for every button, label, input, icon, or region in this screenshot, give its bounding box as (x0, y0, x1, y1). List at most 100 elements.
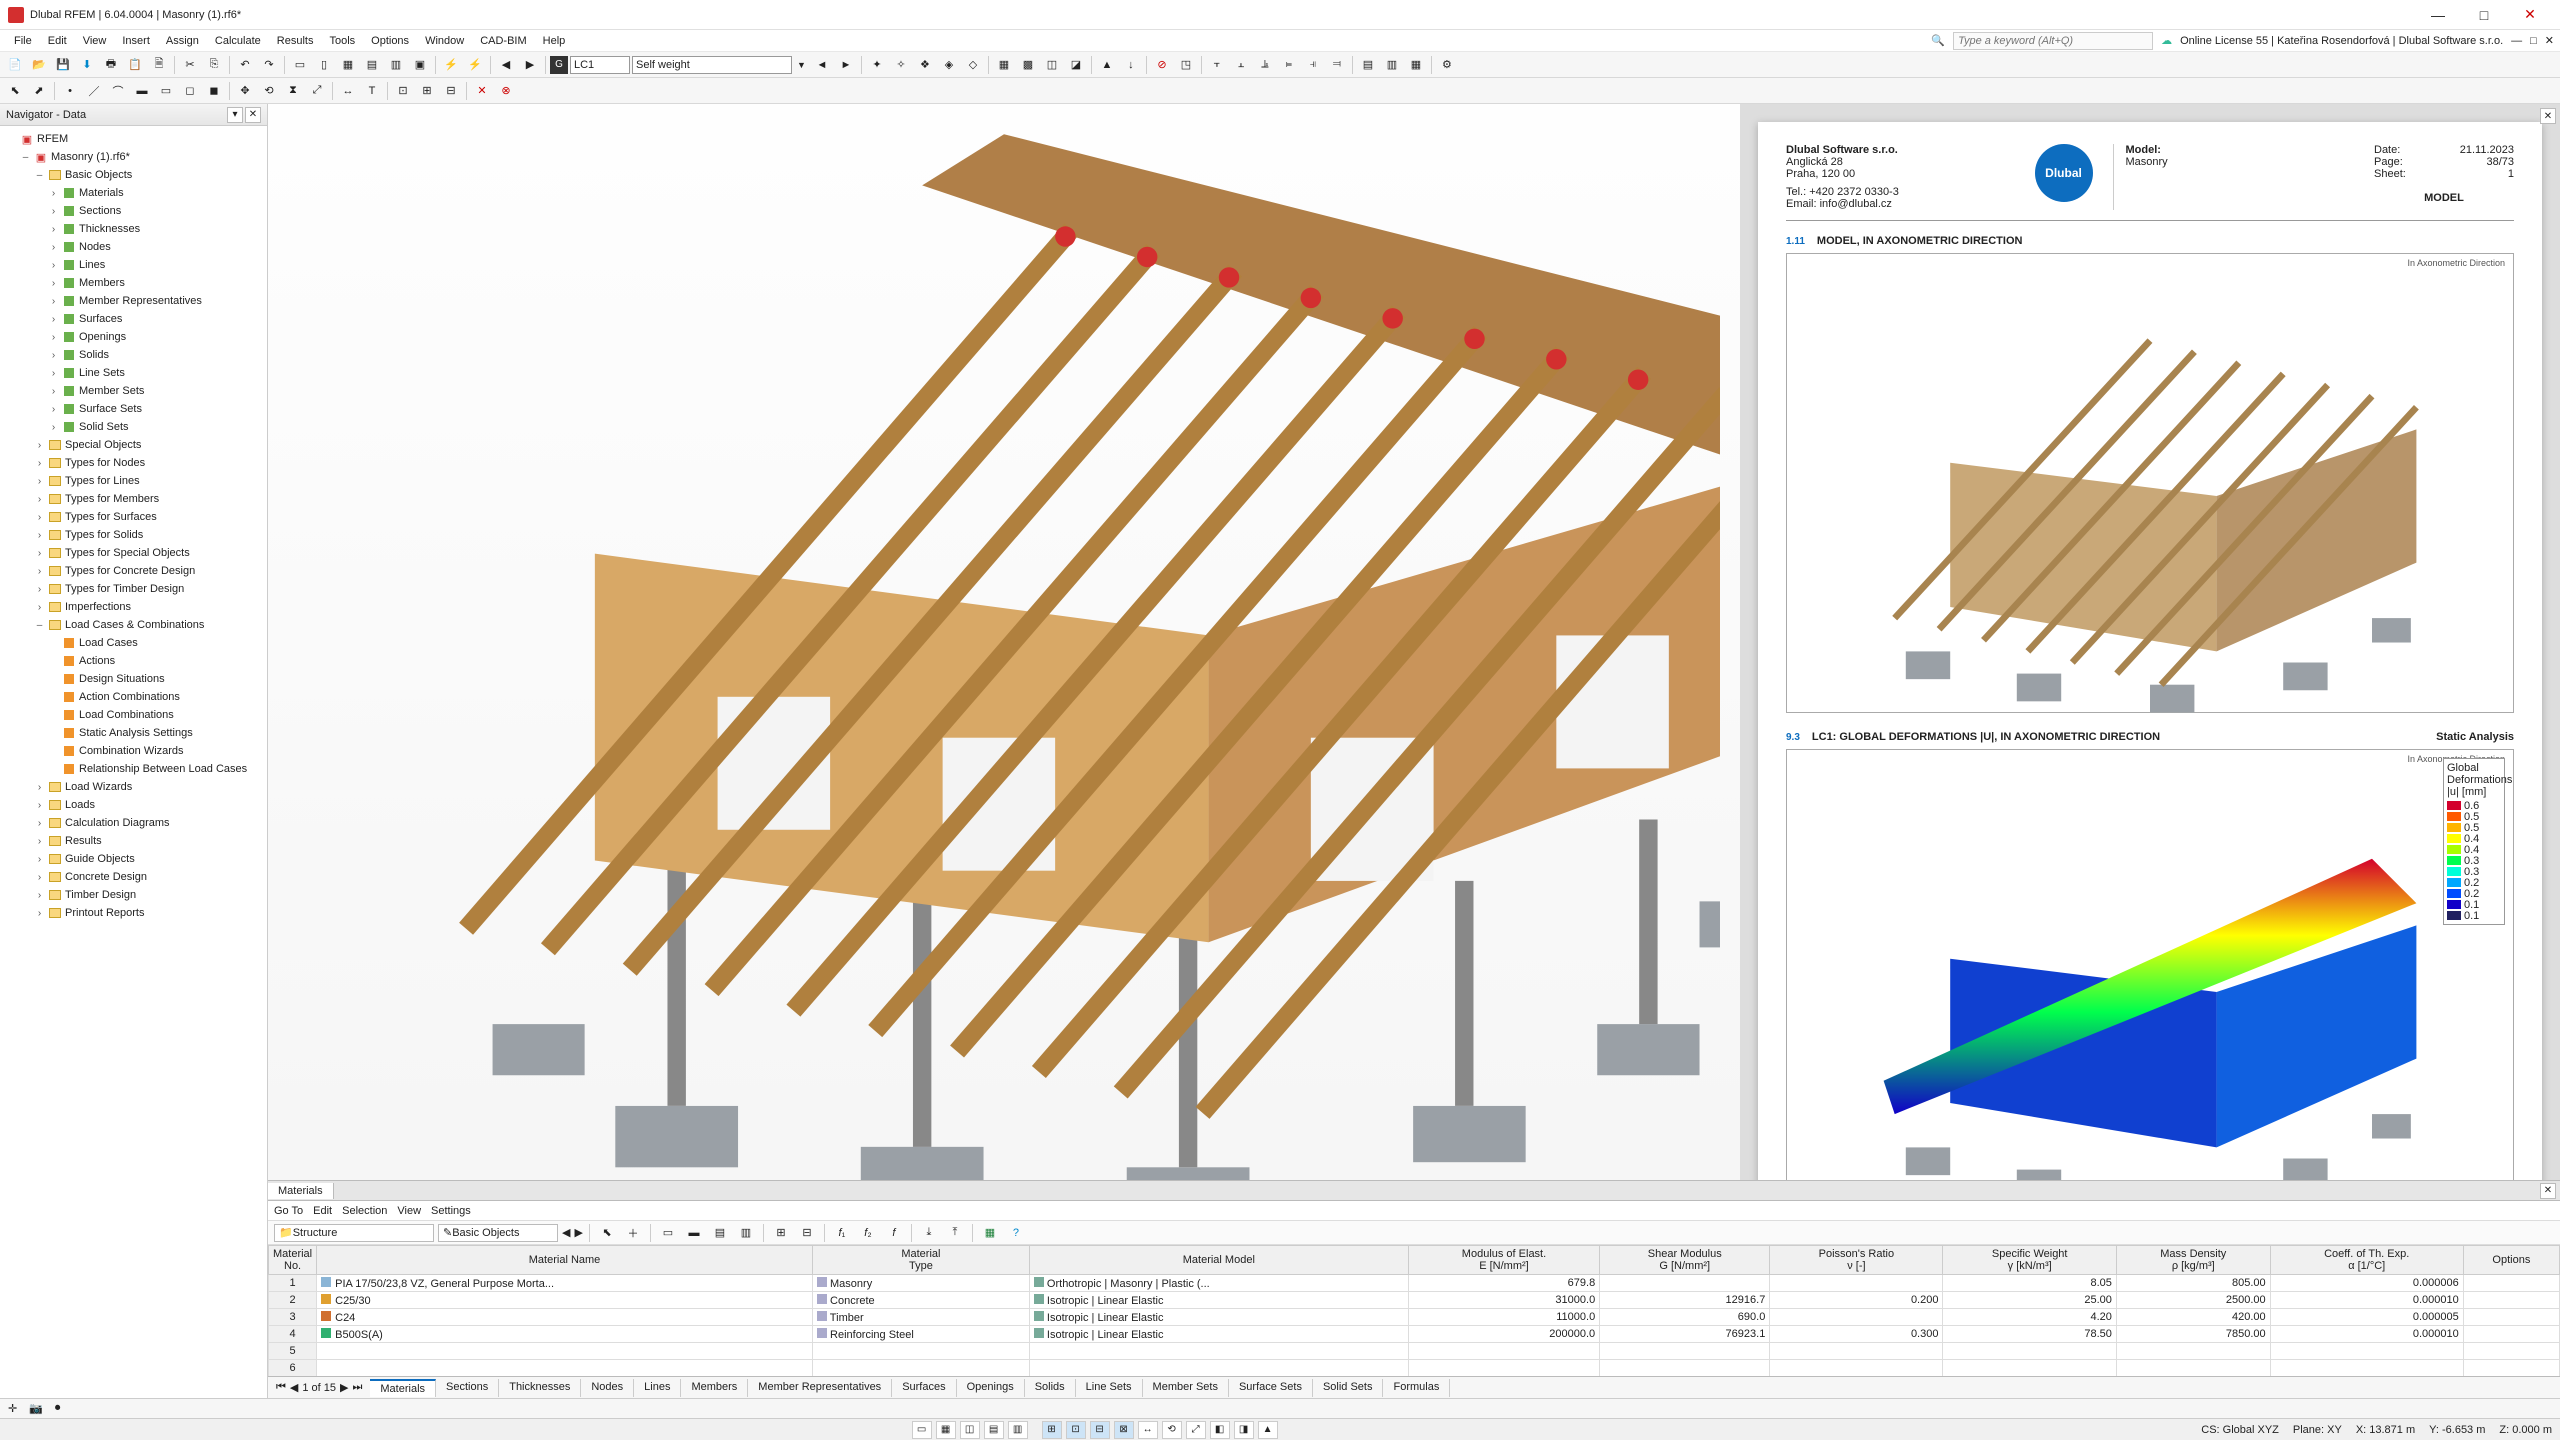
tree-item[interactable]: Load Cases (2, 634, 265, 652)
menu-results[interactable]: Results (269, 33, 322, 49)
tool-f2-icon[interactable]: f₂ (857, 1222, 879, 1244)
mp-settings[interactable]: Settings (431, 1205, 471, 1217)
view6-icon[interactable]: ▣ (409, 54, 431, 76)
navigator-tree[interactable]: ▣RFEM–▣Masonry (1).rf6*–Basic Objects›Ma… (0, 126, 267, 1418)
tool-e-icon[interactable]: ◇ (962, 54, 984, 76)
materials-tab[interactable]: Materials (268, 1183, 334, 1199)
print-preview-icon[interactable]: 🗎 (148, 54, 170, 76)
sb-ic8[interactable]: ⊟ (1090, 1421, 1110, 1439)
last-page-icon[interactable]: ⏭ (352, 1381, 362, 1394)
tool-cursor-icon[interactable]: ⬉ (596, 1222, 618, 1244)
lc-nav2-icon[interactable]: ► (835, 54, 857, 76)
tree-item[interactable]: ›Types for Surfaces (2, 508, 265, 526)
tree-item[interactable]: Static Analysis Settings (2, 724, 265, 742)
axis-icon[interactable]: ✛ (8, 1402, 17, 1415)
tree-item[interactable]: Design Situations (2, 670, 265, 688)
render-icon[interactable]: ◫ (1041, 54, 1063, 76)
tree-item[interactable]: ›Timber Design (2, 886, 265, 904)
maximize-button[interactable]: □ (2462, 3, 2506, 27)
align6-icon[interactable]: ⫤ (1326, 54, 1348, 76)
tree-item[interactable]: ›Sections (2, 202, 265, 220)
sb-ic5[interactable]: ▥ (1008, 1421, 1028, 1439)
sb-ic1[interactable]: ▭ (912, 1421, 932, 1439)
materials-table[interactable]: Material No.Material NameMaterial TypeMa… (268, 1245, 2560, 1376)
tree-item[interactable]: Load Combinations (2, 706, 265, 724)
close-button[interactable]: ✕ (2508, 3, 2552, 27)
panel-max-icon[interactable]: □ (2530, 35, 2537, 47)
nav-pin-icon[interactable]: ▾ (227, 107, 243, 123)
tree-item[interactable]: ›Surfaces (2, 310, 265, 328)
tool-t3-icon[interactable]: ▤ (709, 1222, 731, 1244)
sb-ic3[interactable]: ◫ (960, 1421, 980, 1439)
tree-item[interactable]: ›Types for Solids (2, 526, 265, 544)
tool-b-icon[interactable]: ✧ (890, 54, 912, 76)
tree-item[interactable]: ›Lines (2, 256, 265, 274)
view5-icon[interactable]: ▥ (385, 54, 407, 76)
tree-item[interactable]: ›Printout Reports (2, 904, 265, 922)
tree-item[interactable]: –Load Cases & Combinations (2, 616, 265, 634)
sb-ic9[interactable]: ⊠ (1114, 1421, 1134, 1439)
bottom-tab[interactable]: Members (681, 1379, 748, 1397)
load-case-selector[interactable]: G LC1 Self weight ▼ (550, 56, 809, 74)
minimize-button[interactable]: — (2416, 3, 2460, 27)
redo-icon[interactable]: ↷ (258, 54, 280, 76)
tool-help-icon[interactable]: ? (1005, 1222, 1027, 1244)
bottom-tab[interactable]: Surfaces (892, 1379, 956, 1397)
view2-icon[interactable]: ▯ (313, 54, 335, 76)
bottom-tab[interactable]: Sections (436, 1379, 499, 1397)
ptr2-icon[interactable]: ⬈ (28, 80, 50, 102)
lc-next-icon[interactable]: ▶ (519, 54, 541, 76)
mp-selection[interactable]: Selection (342, 1205, 387, 1217)
lc-prev-icon[interactable]: ◀ (495, 54, 517, 76)
tree-item[interactable]: ›Surface Sets (2, 400, 265, 418)
tool-t2-icon[interactable]: ▬ (683, 1222, 705, 1244)
sb-ic11[interactable]: ⟲ (1162, 1421, 1182, 1439)
panel-min-icon[interactable]: — (2511, 35, 2522, 47)
sb-ic12[interactable]: ⤢ (1186, 1421, 1206, 1439)
bottom-tab[interactable]: Nodes (581, 1379, 634, 1397)
lc-nav1-icon[interactable]: ◄ (811, 54, 833, 76)
opening-icon[interactable]: ◻ (179, 80, 201, 102)
tree-item[interactable]: ›Concrete Design (2, 868, 265, 886)
tool-t4-icon[interactable]: ▥ (735, 1222, 757, 1244)
layer2-icon[interactable]: ▥ (1381, 54, 1403, 76)
calc-icon[interactable]: ⚡ (440, 54, 462, 76)
bc-next-icon[interactable]: ▶ (574, 1226, 582, 1239)
align4-icon[interactable]: ⫢ (1278, 54, 1300, 76)
tree-item[interactable]: ›Types for Concrete Design (2, 562, 265, 580)
bottom-tab[interactable]: Formulas (1383, 1379, 1450, 1397)
materials-close-icon[interactable]: ✕ (2540, 1183, 2556, 1199)
menu-help[interactable]: Help (535, 33, 574, 49)
layer3-icon[interactable]: ▦ (1405, 54, 1427, 76)
first-page-icon[interactable]: ⏮ (276, 1381, 286, 1394)
prev-page-icon[interactable]: ◀ (290, 1381, 298, 1394)
tree-item[interactable]: Combination Wizards (2, 742, 265, 760)
load-icon[interactable]: ↓ (1120, 54, 1142, 76)
mp-goto[interactable]: Go To (274, 1205, 303, 1217)
table-row[interactable]: 1 PIA 17/50/23,8 VZ, General Purpose Mor… (269, 1275, 2560, 1292)
tree-item[interactable]: ›Materials (2, 184, 265, 202)
tree-item[interactable]: ›Results (2, 832, 265, 850)
tree-item[interactable]: ›Solids (2, 346, 265, 364)
ptr-icon[interactable]: ⬉ (4, 80, 26, 102)
tree-item[interactable]: Actions (2, 652, 265, 670)
mesh-icon[interactable]: ▦ (993, 54, 1015, 76)
bottom-tab[interactable]: Solid Sets (1313, 1379, 1384, 1397)
arc-icon[interactable]: ⌒ (107, 80, 129, 102)
bottom-tab[interactable]: Solids (1025, 1379, 1076, 1397)
no-entry-icon[interactable]: ⊘ (1151, 54, 1173, 76)
sb-ic14[interactable]: ◨ (1234, 1421, 1254, 1439)
keyword-search[interactable] (1953, 32, 2153, 50)
tree-item[interactable]: ›Openings (2, 328, 265, 346)
dim-icon[interactable]: ↔ (337, 80, 359, 102)
tool-d-icon[interactable]: ◈ (938, 54, 960, 76)
tree-item[interactable]: ›Thicknesses (2, 220, 265, 238)
save-icon[interactable]: 💾 (52, 54, 74, 76)
tool-excel-icon[interactable]: ▦ (979, 1222, 1001, 1244)
grid-icon[interactable]: ▩ (1017, 54, 1039, 76)
tool-t5-icon[interactable]: ⊞ (770, 1222, 792, 1244)
bottom-tab[interactable]: Line Sets (1076, 1379, 1143, 1397)
member-icon[interactable]: ▬ (131, 80, 153, 102)
del-icon[interactable]: ✕ (471, 80, 493, 102)
tree-item[interactable]: ›Special Objects (2, 436, 265, 454)
